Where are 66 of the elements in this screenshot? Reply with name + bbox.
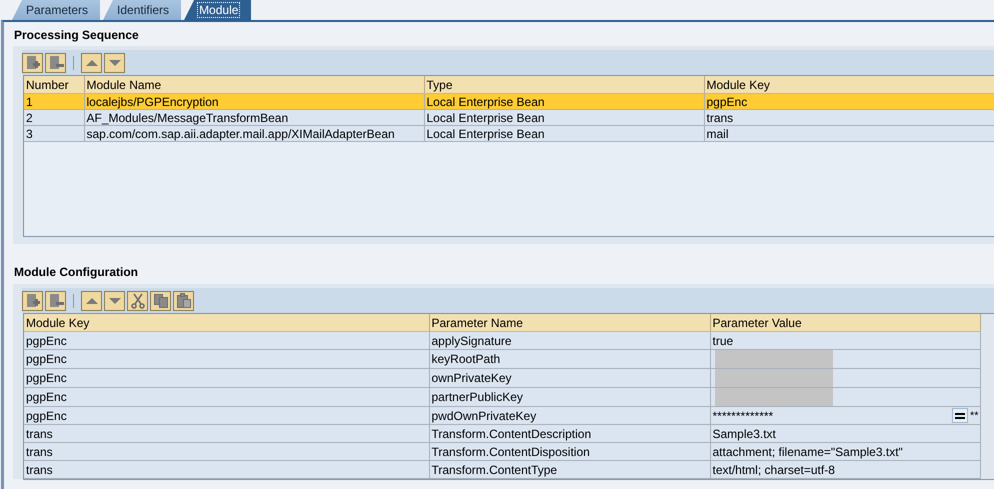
table-cell: trans [24,460,429,478]
paste-icon [176,292,192,308]
scissors-icon [130,292,146,308]
table-cell: localejbs/PGPEncryption [84,94,424,110]
table-cell: pgpEnc [704,94,994,110]
table-cell: 2 [24,110,84,126]
table-cell: pgpEnc [24,406,429,424]
insert-row-button[interactable] [22,52,43,72]
table-cell: applySignature [429,332,710,350]
table-cell: trans [24,424,429,442]
section-title: Module Configuration [13,264,139,281]
column-header[interactable]: Parameter Value [710,314,980,332]
table-cell: Transform.ContentType [429,460,710,478]
column-header[interactable]: Module Key [24,314,429,332]
column-header[interactable]: Module Key [704,76,994,94]
up-arrow-button[interactable] [81,290,102,310]
table-cell: Local Enterprise Bean [424,110,704,126]
column-header[interactable]: Module Name [84,76,424,94]
value-help-button[interactable] [952,408,968,423]
up-arrow-button[interactable] [81,52,102,72]
table-cell: Local Enterprise Bean [424,126,704,142]
table-cell: keyRootPath [429,350,710,368]
table-cell: ownPrivateKey [429,368,710,388]
column-header[interactable]: Type [424,76,704,94]
tab[interactable]: Module [184,0,252,20]
table-cell: pgpEnc [24,332,429,350]
table-cell: Transform.ContentDisposition [429,442,710,460]
table-cell: trans [24,442,429,460]
table-cell: sap.com/com.sap.aii.adapter.mail.app/XIMailAdapterBean [84,126,424,142]
table-cell: AF_Modules/MessageTransformBean [84,110,424,126]
table-cell: Transform.ContentDescription [429,424,710,442]
table-cell: pgpEnc [24,350,429,368]
tab[interactable]: Identifiers [103,0,182,20]
copy-button[interactable] [150,290,171,310]
equals-icon [954,412,965,420]
tab[interactable]: Parameters [12,0,100,20]
down-arrow-button[interactable] [104,52,125,72]
table-cell: Local Enterprise Bean [424,94,704,110]
table-cell-text: attachment; filename="Sample3.txt" [712,444,904,458]
table-cell-text: text/html; charset=utf-8 [712,462,836,476]
table-cell: mail [704,126,994,142]
delete-row-icon [48,292,64,308]
insert-row-icon [24,292,40,308]
table-cell: pgpEnc [24,388,429,406]
section-title: Processing Sequence [13,27,140,44]
down-arrow-button[interactable] [104,290,125,310]
column-header[interactable]: Number [24,76,84,94]
delete-row-icon [48,54,64,70]
insert-row-icon [24,54,40,70]
column-header[interactable]: Parameter Name [429,314,710,332]
table-cell-text: ************* [712,408,774,422]
scissors-button[interactable] [127,290,148,310]
table-cell: partnerPublicKey [429,388,710,406]
delete-row-button[interactable] [45,290,66,310]
table-cell-text: true [712,334,734,348]
paste-button[interactable] [173,290,194,310]
insert-row-button[interactable] [22,290,43,310]
table-cell: ** [970,410,980,422]
table-cell: pgpEnc [24,368,429,388]
table-cell: pwdOwnPrivateKey [429,406,710,424]
table-cell: 1 [24,94,84,110]
delete-row-button[interactable] [45,52,66,72]
table-cell-text: Sample3.txt [712,426,777,440]
table-cell: trans [704,110,994,126]
copy-icon [152,292,168,308]
table-cell: 3 [24,126,84,142]
